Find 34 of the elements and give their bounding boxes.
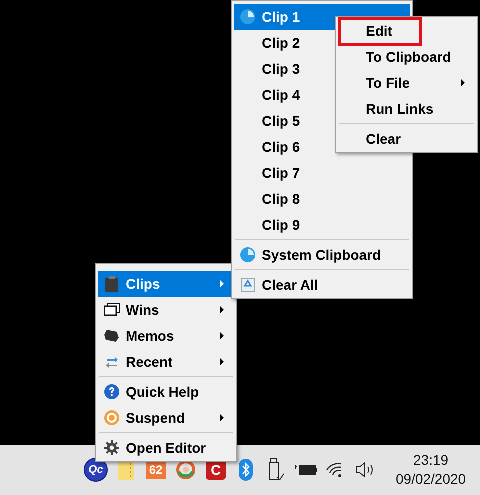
help-icon — [104, 384, 120, 400]
menu-item[interactable]: Recent — [98, 349, 234, 375]
menu-item[interactable]: To File — [338, 70, 475, 96]
app-logo-icon[interactable]: Qc — [84, 458, 108, 482]
pie-icon — [240, 9, 256, 25]
clock[interactable]: 23:19 09/02/2020 — [396, 451, 466, 489]
windows-icon — [104, 303, 120, 317]
arrows-icon — [105, 356, 119, 368]
gear-icon — [104, 440, 120, 456]
pie-icon — [240, 247, 256, 263]
menu-item[interactable]: Clip 9 — [234, 212, 410, 238]
menu-item[interactable]: Wins — [98, 297, 234, 323]
ring-icon[interactable] — [176, 460, 196, 480]
ticket-icon — [104, 329, 120, 343]
menu-item[interactable]: Clips — [98, 271, 234, 297]
menu-item[interactable]: Clear All — [234, 272, 410, 298]
usb-drive-icon[interactable] — [267, 458, 285, 482]
speaker-icon[interactable] — [356, 462, 376, 478]
menu-item[interactable]: System Clipboard — [234, 242, 410, 268]
clipboard-icon — [105, 276, 119, 292]
bluetooth-icon[interactable] — [239, 459, 253, 481]
menu-item[interactable]: To Clipboard — [338, 44, 475, 70]
power-icon — [104, 410, 120, 426]
menu-item[interactable]: Memos — [98, 323, 234, 349]
recycle-icon — [241, 278, 255, 292]
menu-item[interactable]: Open Editor — [98, 435, 234, 461]
menu-item[interactable]: Clear — [338, 126, 475, 152]
menu-item[interactable]: Run Links — [338, 96, 475, 122]
app-tile-icon[interactable]: C — [206, 460, 226, 480]
menu-item[interactable]: Quick Help — [98, 379, 234, 405]
menu-item[interactable]: Suspend — [98, 405, 234, 431]
menu-item[interactable]: Clip 7 — [234, 160, 410, 186]
battery-icon[interactable] — [294, 463, 318, 477]
menu-item[interactable]: Clip 8 — [234, 186, 410, 212]
